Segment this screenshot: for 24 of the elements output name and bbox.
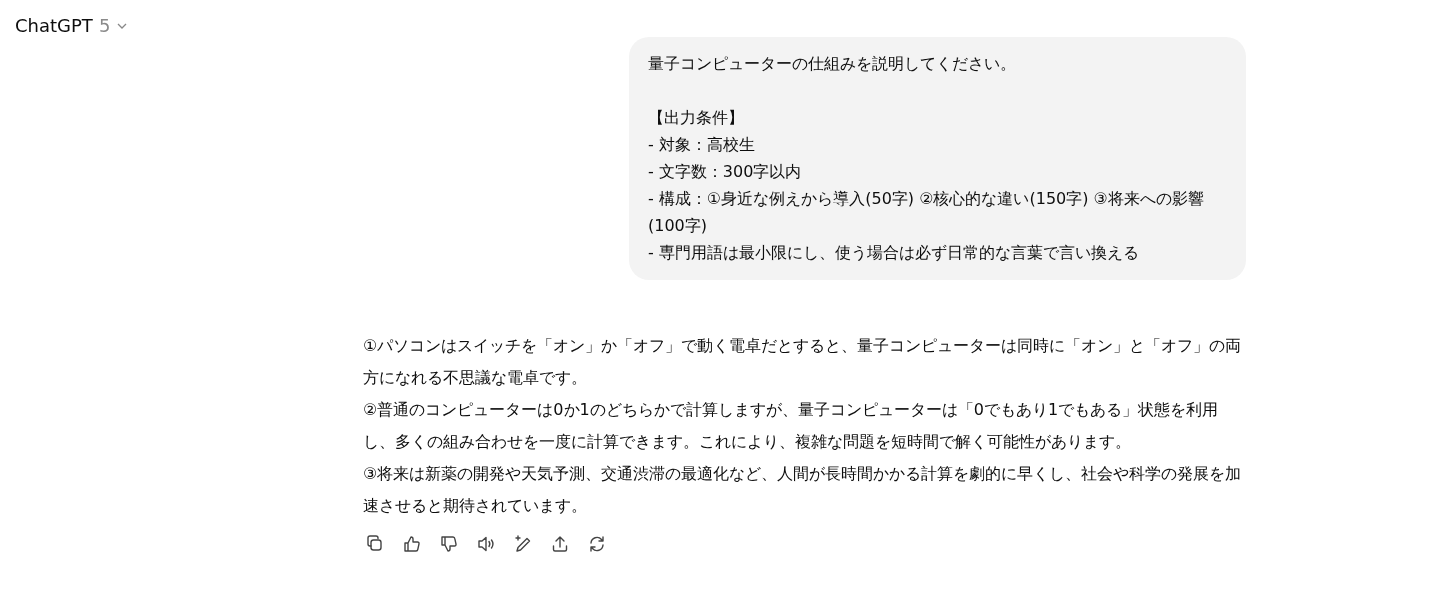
refresh-icon [587, 534, 607, 554]
user-message-line: 【出力条件】 [648, 107, 745, 129]
user-message-line: 量子コンピューターの仕組みを説明してください。 [648, 53, 1017, 75]
model-selector[interactable]: ChatGPT 5 [15, 15, 129, 36]
share-button[interactable] [550, 534, 570, 554]
thumbs-up-button[interactable] [402, 534, 422, 554]
thumbs-down-button[interactable] [439, 534, 459, 554]
copy-icon [365, 534, 385, 554]
pencil-sparkle-button[interactable] [513, 534, 533, 554]
refresh-button[interactable] [587, 534, 607, 554]
speaker-icon [476, 534, 496, 554]
response-paragraph: ①パソコンはスイッチを「オン」か「オフ」で動く電卓だとすると、量子コンピューターは同時に「オン」と「オフ」の両方になれる不思議な電卓です。 [363, 335, 1243, 389]
user-message-line: - 文字数：300字以内 [648, 161, 803, 183]
response-paragraph: ③将来は新薬の開発や天気予測、交通渋滞の最適化など、人間が長時間かかる計算を劇的に早くし、社会や科学の発展を加速させると期待されています。 [363, 463, 1243, 517]
user-message-line: - 専門用語は最小限にし、使う場合は必ず日常的な言葉で言い換える [648, 242, 1140, 264]
thumbs-up-icon [402, 534, 422, 554]
thumbs-down-icon [439, 534, 459, 554]
user-message-line: - 構成：①身近な例えから導入(50字) ②核心的な違い(150字) ③将来への影響(100字) [648, 188, 1205, 237]
user-message-line: - 対象：高校生 [648, 134, 756, 156]
pencil-sparkle-icon [513, 534, 533, 554]
response-paragraph: ②普通のコンピューターは0か1のどちらかで計算しますが、量子コンピューターは「0でもあり1でもある」状態を利用し、多くの組み合わせを一度に計算できます。これにより、複雑な問題を短時間で解く可能性があります。 [363, 399, 1220, 453]
copy-button[interactable] [365, 534, 385, 554]
speaker-button[interactable] [476, 534, 496, 554]
share-icon [550, 534, 570, 554]
